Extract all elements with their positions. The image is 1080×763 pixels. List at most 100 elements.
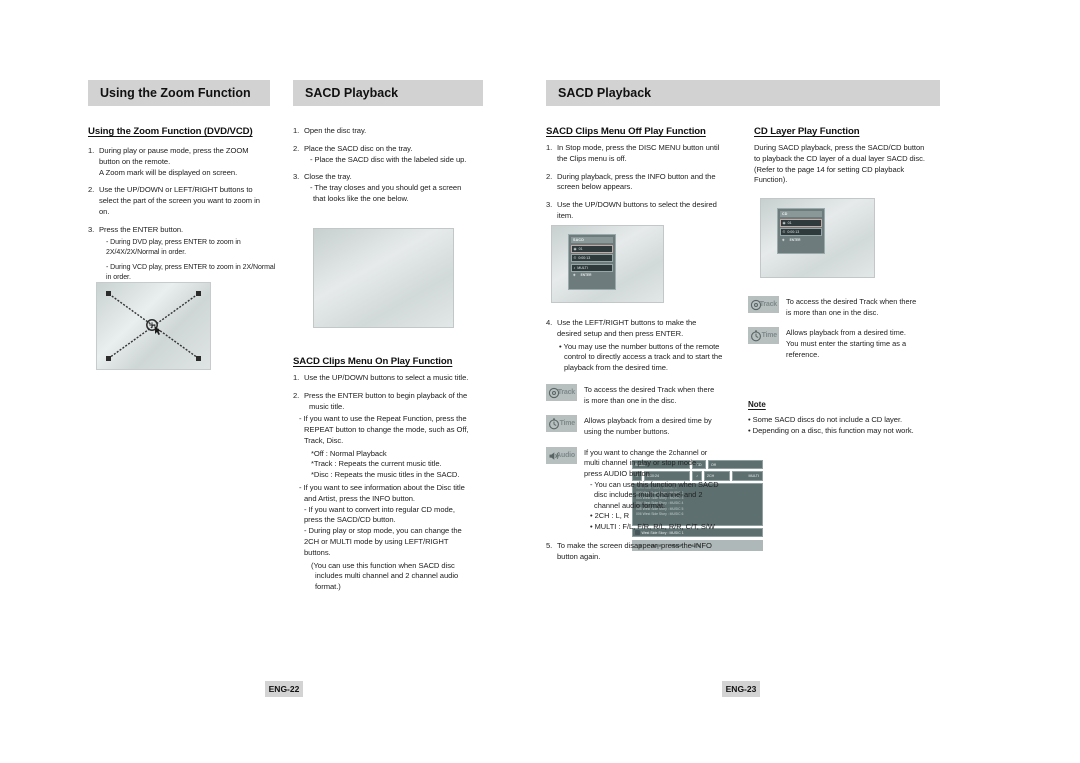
time-icon: ⏱	[782, 230, 786, 234]
step-number: 3.	[546, 200, 553, 210]
badge-label: Track	[557, 388, 576, 396]
sub-bullet: - During VCD play, press ENTER to zoom i…	[88, 263, 284, 283]
sacd-clips-menu-screenshot: SACD CD Off ⏱ 0:00:24 ♪ 2CH MULTI West S…	[313, 228, 763, 551]
column-clips-menu-off-play: SACD Clips Menu Off Play Function 1. In …	[546, 126, 742, 229]
step-sub-line: that looks like the one below.	[313, 193, 409, 203]
badge-line: multi channel in play or stop mode,	[584, 458, 699, 468]
step-line: Open the disc tray.	[304, 126, 367, 135]
badge-row-audio: Audio If you want to change the 2channel…	[546, 446, 742, 533]
step-line: Use the UP/DOWN buttons to select a musi…	[304, 373, 469, 382]
step-item: 2. Press the ENTER button to begin playb…	[293, 391, 485, 413]
star-line: *Disc : Repeats the music titles in the …	[311, 470, 460, 480]
step-item: 3. Use the UP/DOWN buttons to select the…	[546, 200, 742, 222]
badge-description: To access the desired Track when there i…	[786, 296, 916, 318]
step-line: Press the ENTER button.	[99, 224, 184, 234]
step-line: Use the LEFT/RIGHT buttons to make the	[557, 318, 697, 327]
step-item: 1. Use the UP/DOWN buttons to select a m…	[293, 373, 485, 384]
corner-handle	[196, 291, 201, 296]
step-line: button again.	[557, 551, 601, 561]
banner-using-the-zoom-function: Using the Zoom Function	[88, 80, 270, 106]
step-line: on.	[99, 206, 110, 216]
badge-line: If you want to change the 2channel or	[584, 447, 708, 457]
badge-line: To access the desired Track when there	[584, 384, 715, 394]
banner-middle-label: SACD Playback	[305, 86, 399, 100]
badge-row-time: Time Allows playback from a desired time…	[546, 415, 742, 437]
time-badge: Time	[546, 415, 577, 433]
step-number: 1.	[546, 143, 553, 152]
step-line: button on the remote.	[99, 156, 171, 166]
heading-cd-layer-play-function: CD Layer Play Function	[754, 126, 860, 137]
step-item: 4. Use the LEFT/RIGHT buttons to make th…	[546, 318, 742, 340]
footer-enter-label[interactable]: ENTER	[790, 238, 801, 242]
badge-dot-line: • MULTI : F/L, F/R, R/L, R/R, C/T, S/W	[590, 522, 715, 532]
step-line: Press the ENTER button to begin playback…	[304, 390, 468, 400]
osd-disc-type: SACD	[571, 237, 613, 243]
corner-handle	[196, 356, 201, 361]
step-item: 3. Close the tray. - The tray closes and…	[293, 172, 485, 204]
step-sub-line: - Place the SACD disc with the labeled s…	[310, 154, 467, 164]
step-number: 4.	[546, 318, 553, 327]
osd-time-row[interactable]: ⏱ 0:00:13	[571, 254, 613, 262]
step-line: select the part of the screen you want t…	[99, 196, 260, 206]
parenthetical-note: (You can use this function when SACD dis…	[293, 561, 485, 593]
step-line: During play or pause mode, press the ZOO…	[99, 146, 249, 155]
badge-line: reference.	[786, 349, 820, 359]
sub-bullet-line: - During VCD play, press ENTER to zoom i…	[106, 264, 276, 272]
osd-track-value: 01	[578, 246, 583, 251]
banner-sacd-playback-left: SACD Playback	[293, 80, 483, 106]
osd-disc-type: CD	[780, 211, 822, 217]
badge-line: Allows playback from a desired time.	[786, 328, 906, 338]
osd-track-row[interactable]: ◉ 01	[780, 218, 822, 227]
bullet-line: REPEAT button to change the mode, such a…	[304, 425, 469, 435]
step-item: 1. During play or pause mode, press the …	[88, 146, 284, 178]
osd-time-row[interactable]: ⏱ 0:00:13	[780, 228, 822, 236]
badge-description: To access the desired Track when there i…	[584, 384, 714, 406]
step-item: 1. Open the disc tray.	[293, 126, 485, 137]
track-badge: Track	[546, 383, 577, 401]
step-sub-line: - The tray closes and you should get a s…	[310, 183, 462, 193]
paren-line: includes multi channel and 2 channel aud…	[315, 571, 459, 581]
track-icon: ◉	[782, 220, 786, 225]
osd-track-row[interactable]: ◉ 01	[571, 244, 613, 253]
badge-sub-line: - You can use this function when SACD	[590, 479, 719, 489]
badge-line: You must enter the starting time as a	[786, 338, 907, 348]
sacd-info-screenshot: SACD ◉ 01 ⏱ 0:00:13 ♪ MULTI ✚ ENTER	[551, 225, 664, 303]
osd-audio-row[interactable]: ♪ MULTI	[571, 263, 613, 272]
bullet-line: press the SACD/CD button.	[304, 515, 396, 525]
star-line: *Track : Repeats the current music title…	[311, 459, 442, 469]
badge-line: press AUDIO button.	[584, 468, 652, 478]
dpad-icon: ✚	[782, 237, 785, 242]
step-number: 5.	[546, 540, 553, 550]
osd-audio-value: MULTI	[577, 265, 588, 270]
body-line: (Refer to the page 14 for setting CD pla…	[754, 164, 905, 174]
badge-line: Allows playback from a desired time by	[584, 416, 712, 426]
sub-bullet-line: 2X/4X/2X/Normal in order.	[106, 249, 187, 257]
badge-description: Allows playback from a desired time. You…	[786, 327, 906, 360]
bullet-line: buttons.	[304, 547, 331, 557]
badge-dot-line: • 2CH : L, R	[590, 511, 630, 521]
step-item: 2. Use the UP/DOWN or LEFT/RIGHT buttons…	[88, 185, 284, 217]
badge-line: using the number buttons.	[584, 426, 670, 436]
body-line: to playback the CD layer of a dual layer…	[754, 153, 925, 163]
audio-icon: ♪	[573, 265, 576, 270]
footer-enter-label[interactable]: ENTER	[581, 273, 592, 277]
step-number: 2.	[546, 171, 553, 181]
column-sacd-playback-steps: 1. Open the disc tray. 2. Place the SACD…	[293, 126, 485, 212]
audio-icon	[548, 449, 560, 461]
step-number: 2.	[88, 185, 95, 195]
bullet-line: 2CH or MULTI mode by using LEFT/RIGHT	[304, 536, 449, 546]
osd-footer-bar: ✚ ENTER	[571, 273, 613, 277]
star-line: *Off : Normal Playback	[311, 448, 387, 458]
badge-sub-line: disc includes multi channel and 2	[594, 490, 703, 500]
banner-sacd-playback-right: SACD Playback	[546, 80, 940, 106]
audio-badge: Audio	[546, 446, 577, 464]
track-icon	[750, 298, 762, 311]
badge-row-time: Time Allows playback from a desired time…	[748, 327, 946, 360]
track-icon	[548, 386, 560, 399]
badge-row-track: Track To access the desired Track when t…	[546, 383, 742, 406]
step-number: 3.	[293, 172, 300, 182]
column-zoom-function: Using the Zoom Function (DVD/VCD) 1. Dur…	[88, 126, 284, 290]
badge-label: Time	[559, 420, 576, 428]
bullet-line: - If you want to see information about t…	[299, 483, 465, 493]
step-line: Place the SACD disc on the tray.	[304, 143, 413, 153]
